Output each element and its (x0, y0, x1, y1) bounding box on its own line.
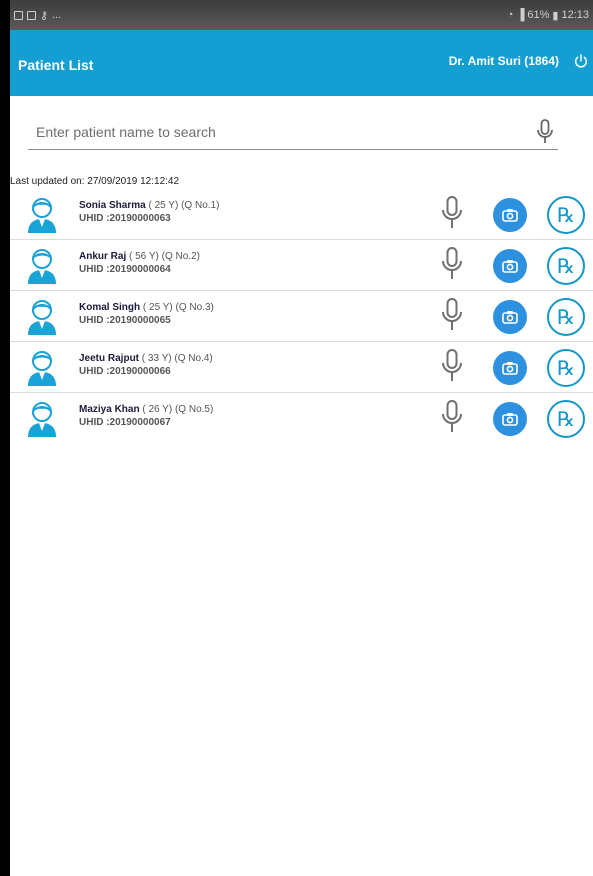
app-bar: Patient List Dr. Amit Suri (1864) (10, 30, 593, 96)
rx-icon: ℞ (557, 407, 575, 431)
patient-uhid: UHID :20190000065 (79, 315, 171, 326)
patient-meta: ( 26 Y) (Q No.5) (139, 404, 214, 415)
patient-info: Ankur Raj ( 56 Y) (Q No.2) UHID :2019000… (79, 251, 200, 275)
patient-uhid: UHID :20190000066 (79, 366, 171, 377)
signal-icon: ▐ (516, 9, 525, 21)
patient-info: Jeetu Rajput ( 33 Y) (Q No.4) UHID :2019… (79, 353, 213, 377)
camera-icon (502, 362, 518, 375)
patient-uhid: UHID :20190000063 (79, 213, 171, 224)
rx-button[interactable]: ℞ (547, 400, 585, 438)
last-updated: Last updated on: 27/09/2019 12:12:42 (10, 176, 180, 187)
patient-line: Ankur Raj ( 56 Y) (Q No.2) (79, 251, 200, 262)
patient-name: Komal Singh (79, 302, 141, 313)
patient-name: Ankur Raj (79, 251, 127, 262)
patient-meta: ( 25 Y) (Q No.3) (140, 302, 214, 313)
notification-icon (27, 10, 36, 20)
patient-list: Sonia Sharma ( 25 Y) (Q No.1) UHID :2019… (10, 189, 593, 444)
key-icon: ⚷ (40, 9, 49, 22)
rx-button[interactable]: ℞ (547, 349, 585, 387)
wifi-icon: ◔ (506, 9, 514, 21)
patient-info: Sonia Sharma ( 25 Y) (Q No.1) UHID :2019… (79, 200, 219, 224)
mic-icon[interactable] (441, 400, 463, 434)
patient-row[interactable]: Maziya Khan ( 26 Y) (Q No.5) UHID :20190… (10, 393, 593, 444)
avatar-icon (28, 249, 56, 284)
patient-name: Sonia Sharma (79, 200, 146, 211)
status-bar: ⚷ ... ◔ ▐ 61% ▮ 12:13 (10, 0, 593, 30)
avatar-icon (28, 351, 56, 386)
battery-level: 61% (527, 9, 550, 21)
camera-icon (502, 209, 518, 222)
rx-icon: ℞ (557, 203, 575, 227)
camera-icon (502, 311, 518, 324)
patient-row[interactable]: Sonia Sharma ( 25 Y) (Q No.1) UHID :2019… (10, 189, 593, 240)
rx-icon: ℞ (557, 305, 575, 329)
patient-row[interactable]: Ankur Raj ( 56 Y) (Q No.2) UHID :2019000… (10, 240, 593, 291)
rx-button[interactable]: ℞ (547, 247, 585, 285)
camera-button[interactable] (493, 198, 527, 232)
rx-icon: ℞ (557, 356, 575, 380)
status-ellipsis: ... (52, 9, 62, 21)
camera-button[interactable] (493, 249, 527, 283)
patient-line: Maziya Khan ( 26 Y) (Q No.5) (79, 404, 213, 415)
patient-info: Komal Singh ( 25 Y) (Q No.3) UHID :20190… (79, 302, 214, 326)
mic-icon[interactable] (441, 196, 463, 230)
patient-row[interactable]: Komal Singh ( 25 Y) (Q No.3) UHID :20190… (10, 291, 593, 342)
search-input[interactable] (28, 123, 506, 140)
patient-uhid: UHID :20190000067 (79, 417, 171, 428)
mic-icon[interactable] (441, 298, 463, 332)
patient-meta: ( 25 Y) (Q No.1) (145, 200, 220, 211)
camera-button[interactable] (493, 402, 527, 436)
avatar-icon (28, 300, 56, 335)
rx-button[interactable]: ℞ (547, 298, 585, 336)
rx-button[interactable]: ℞ (547, 196, 585, 234)
power-icon[interactable] (573, 53, 589, 69)
search-bar (28, 114, 558, 150)
app-bar-right: Dr. Amit Suri (1864) (449, 53, 589, 69)
patient-uhid: UHID :20190000064 (79, 264, 171, 275)
camera-button[interactable] (493, 300, 527, 334)
rx-icon: ℞ (557, 254, 575, 278)
patient-name: Maziya Khan (79, 404, 140, 415)
patient-meta: ( 33 Y) (Q No.4) (139, 353, 213, 364)
avatar-icon (28, 402, 56, 437)
patient-name: Jeetu Rajput (79, 353, 140, 364)
page-title: Patient List (18, 57, 94, 73)
status-right: ◔ ▐ 61% ▮ 12:13 (507, 9, 589, 22)
clock: 12:13 (561, 9, 589, 21)
mic-icon[interactable] (441, 349, 463, 383)
status-left: ⚷ ... (14, 9, 61, 22)
camera-icon (502, 260, 518, 273)
doctor-name: Dr. Amit Suri (1864) (448, 54, 559, 68)
patient-row[interactable]: Jeetu Rajput ( 33 Y) (Q No.4) UHID :2019… (10, 342, 593, 393)
patient-info: Maziya Khan ( 26 Y) (Q No.5) UHID :20190… (79, 404, 213, 428)
patient-line: Komal Singh ( 25 Y) (Q No.3) (79, 302, 214, 313)
patient-line: Jeetu Rajput ( 33 Y) (Q No.4) (79, 353, 213, 364)
mic-icon[interactable] (441, 247, 463, 281)
camera-icon (502, 413, 518, 426)
gallery-icon (14, 10, 23, 20)
app-screen: ⚷ ... ◔ ▐ 61% ▮ 12:13 Patient List Dr. A… (10, 0, 593, 876)
patient-line: Sonia Sharma ( 25 Y) (Q No.1) (79, 200, 219, 211)
camera-button[interactable] (493, 351, 527, 385)
avatar-icon (28, 198, 56, 233)
battery-icon: ▮ (552, 9, 559, 22)
mic-icon[interactable] (536, 118, 554, 145)
patient-meta: ( 56 Y) (Q No.2) (126, 251, 200, 262)
